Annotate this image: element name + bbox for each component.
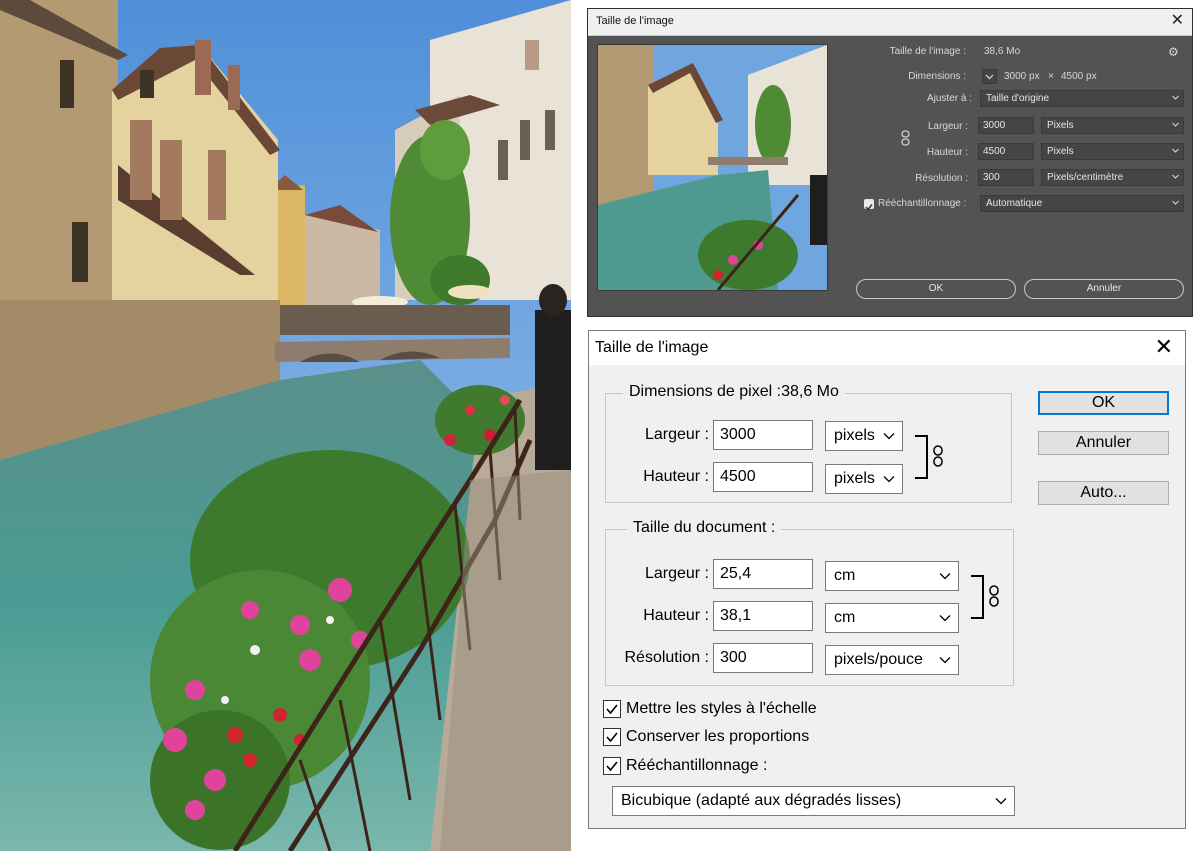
px-height-unit-select[interactable]: pixels [825,464,903,494]
scale-styles-checkbox[interactable] [603,700,621,718]
resample-checkbox[interactable] [864,199,874,211]
link-icon[interactable] [901,130,910,146]
dark-image-size-dialog: Taille de l'image ✕ Taille de l'image : … [587,8,1193,317]
image-size-value: 38,6 Mo [984,46,1021,57]
dimensions-unit-dropdown[interactable] [982,69,997,84]
checkmark-icon [606,704,618,715]
chevron-down-icon [939,657,951,664]
chevron-down-icon [939,573,951,580]
px-height-unit-value: pixels [834,470,875,487]
canal-photo [0,0,571,851]
resample-value: Automatique [986,198,1043,209]
cancel-button[interactable]: Annuler [1024,279,1184,299]
px-height-input[interactable]: 4500 [713,462,813,492]
px-width-input[interactable]: 3000 [713,420,813,450]
doc-width-unit-select[interactable]: cm [825,561,959,591]
px-constrain-bracket [915,435,928,479]
doc-height-input[interactable]: 38,1 [713,601,813,631]
resample-method-value: Bicubique (adapté aux dégradés lisses) [621,792,902,809]
resolution-unit-select[interactable]: Pixels/centimètre [1041,169,1184,186]
dimensions-width: 3000 px [1004,71,1040,82]
checkmark-icon [865,204,873,211]
resolution-label: Résolution : [915,173,968,184]
ok-button[interactable]: OK [856,279,1016,299]
doc-resolution-unit-value: pixels/pouce [834,651,923,668]
height-input[interactable]: 4500 [978,143,1034,160]
width-label: Largeur : [927,121,968,132]
dark-dialog-title: Taille de l'image [596,15,674,27]
chevron-down-icon [1172,174,1179,179]
chevron-down-icon [995,798,1007,805]
chevron-down-icon [985,74,994,80]
cancel-button[interactable]: Annuler [1038,431,1169,455]
canal-photo-image [0,0,571,851]
chevron-down-icon [883,433,895,440]
dark-dialog-titlebar: Taille de l'image ✕ [588,9,1192,36]
height-label: Hauteur : [926,147,968,158]
light-dialog-titlebar: Taille de l'image ✕ [589,331,1185,365]
auto-button[interactable]: Auto... [1038,481,1169,505]
constrain-proportions-checkbox[interactable] [603,728,621,746]
resample-method-select[interactable]: Bicubique (adapté aux dégradés lisses) [612,786,1015,816]
chevron-down-icon [939,615,951,622]
resolution-input[interactable]: 300 [978,169,1034,186]
doc-constrain-bracket [971,575,984,619]
height-unit-select[interactable]: Pixels [1041,143,1184,160]
height-unit-value: Pixels [1047,146,1074,157]
fit-to-value: Taille d'origine [986,93,1050,104]
constrain-proportions-label: Conserver les proportions [626,728,810,745]
px-width-unit-select[interactable]: pixels [825,421,903,451]
chevron-down-icon [883,476,895,483]
chevron-down-icon [1172,148,1179,153]
fit-to-select[interactable]: Taille d'origine [980,90,1184,107]
preview-thumbnail [598,45,827,290]
link-icon[interactable] [989,585,999,607]
dimensions-separator: × [1048,71,1054,82]
doc-height-label: Hauteur : [643,607,709,624]
width-unit-select[interactable]: Pixels [1041,117,1184,134]
checkmark-icon [606,761,618,772]
doc-resolution-input[interactable]: 300 [713,643,813,673]
doc-width-unit-value: cm [834,567,856,584]
close-icon[interactable]: ✕ [1171,12,1184,30]
document-size-legend: Taille du document : [627,519,782,537]
pixel-dimensions-legend: Dimensions de pixel :38,6 Mo [623,383,845,401]
chevron-down-icon [1172,200,1179,205]
chevron-down-icon [1172,95,1179,100]
resample-checkbox[interactable] [603,757,621,775]
image-preview[interactable] [597,44,828,291]
checkmark-icon [606,732,618,743]
width-unit-value: Pixels [1047,120,1074,131]
link-icon[interactable] [933,445,943,467]
chevron-down-icon [1172,122,1179,127]
px-width-label: Largeur : [644,426,709,443]
doc-resolution-unit-select[interactable]: pixels/pouce [825,645,959,675]
doc-width-label: Largeur : [644,565,709,582]
doc-width-input[interactable]: 25,4 [713,559,813,589]
gear-icon[interactable]: ⚙ [1168,45,1179,59]
resample-select[interactable]: Automatique [980,195,1184,212]
light-image-size-dialog: Taille de l'image ✕ Dimensions de pixel … [588,330,1186,829]
width-input[interactable]: 3000 [978,117,1034,134]
image-size-label: Taille de l'image : [889,46,966,57]
doc-height-unit-value: cm [834,609,856,626]
scale-styles-label: Mettre les styles à l'échelle [626,700,817,717]
resample-label: Rééchantillonnage : [626,757,768,774]
resolution-unit-value: Pixels/centimètre [1047,172,1124,183]
dimensions-label: Dimensions : [908,71,966,82]
close-icon[interactable]: ✕ [1155,336,1173,358]
light-dialog-title: Taille de l'image [595,339,709,356]
px-width-unit-value: pixels [834,427,875,444]
px-height-label: Hauteur : [643,468,709,485]
doc-height-unit-select[interactable]: cm [825,603,959,633]
ok-button[interactable]: OK [1038,391,1169,415]
dimensions-height: 4500 px [1061,71,1097,82]
doc-resolution-label: Résolution : [624,649,710,666]
fit-to-label: Ajuster à : [926,93,972,104]
resample-label: Rééchantillonnage : [878,198,967,209]
